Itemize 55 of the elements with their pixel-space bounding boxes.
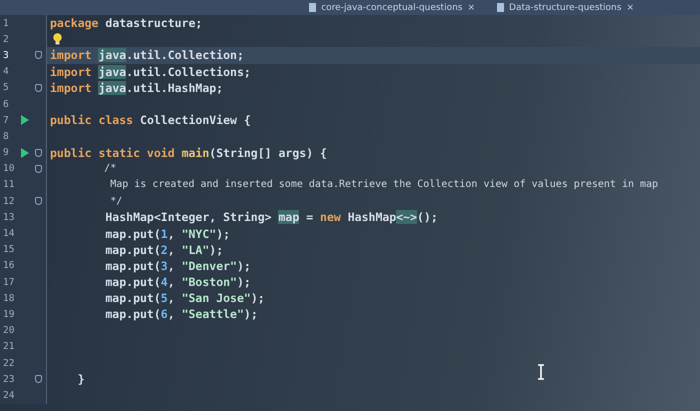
fold-icon[interactable] bbox=[35, 84, 42, 92]
line-number: 20 bbox=[2, 325, 16, 336]
code-comment: */ bbox=[109, 196, 122, 207]
code-line: map.put(3, "Denver"); bbox=[104, 258, 251, 273]
fold-icon[interactable] bbox=[35, 375, 42, 384]
line-number: 18 bbox=[2, 292, 16, 304]
code-line: map.put(4, "Boston"); bbox=[104, 275, 251, 290]
code-line: map.put(5, "San Jose"); bbox=[104, 291, 265, 306]
line-number: 17 bbox=[2, 276, 16, 288]
code-line: map.put(2, "LA"); bbox=[104, 242, 224, 257]
code-line: map.put(6, "Seattle"); bbox=[104, 307, 258, 322]
code-line: public class CollectionView { bbox=[49, 113, 251, 128]
fold-icon[interactable] bbox=[35, 197, 42, 206]
line-number: 14 bbox=[2, 228, 16, 240]
code-comment: /* bbox=[103, 163, 116, 174]
file-icon bbox=[309, 3, 316, 12]
code-line: import java.util.Collection; bbox=[49, 48, 244, 62]
line-number: 4 bbox=[2, 66, 10, 78]
line-number: 23 bbox=[2, 374, 16, 385]
line-number: 1 bbox=[2, 18, 10, 29]
run-icon[interactable] bbox=[21, 148, 29, 158]
code-line: map.put(1, "NYC"); bbox=[104, 226, 230, 241]
line-number: 5 bbox=[2, 82, 10, 94]
fold-icon[interactable] bbox=[35, 164, 42, 173]
run-icon[interactable] bbox=[21, 115, 29, 126]
line-number: 9 bbox=[2, 147, 10, 158]
fold-icon[interactable] bbox=[35, 51, 42, 60]
code-line: import java.util.Collections; bbox=[49, 64, 251, 79]
line-number: 12 bbox=[2, 196, 16, 207]
lightbulb-icon[interactable] bbox=[53, 33, 62, 46]
line-number: 15 bbox=[2, 244, 16, 256]
line-number: 22 bbox=[2, 358, 16, 369]
line-number: 21 bbox=[2, 341, 16, 352]
code-line: HashMap<Integer, String> map = new HashMap<~>(); bbox=[104, 210, 438, 224]
line-number: 11 bbox=[2, 179, 16, 190]
line-number: 13 bbox=[2, 212, 16, 223]
editor-tab[interactable]: Data-structure-questions × bbox=[491, 0, 640, 15]
file-icon bbox=[497, 3, 504, 12]
code-line: } bbox=[76, 372, 85, 386]
line-number: 2 bbox=[2, 34, 10, 45]
fold-icon[interactable] bbox=[35, 148, 42, 156]
code-comment: Map is created and inserted some data.Retrieve the Collection view of values present in map bbox=[109, 179, 658, 190]
line-number: 3 bbox=[2, 50, 10, 61]
line-number: 10 bbox=[2, 163, 16, 174]
line-number: 19 bbox=[2, 308, 16, 320]
code-line: import java.util.HashMap; bbox=[49, 80, 224, 95]
code-line: public static void main(String[] args) { bbox=[49, 146, 327, 160]
text-cursor-icon bbox=[537, 364, 545, 380]
editor-tab[interactable]: core-java-conceptual-questions × bbox=[303, 0, 482, 15]
line-number: 7 bbox=[2, 114, 10, 126]
line-number: 6 bbox=[2, 98, 10, 110]
code-line: package datastructure; bbox=[49, 16, 202, 30]
line-number: 24 bbox=[2, 390, 16, 401]
line-number: 16 bbox=[2, 260, 16, 272]
line-number: 8 bbox=[2, 130, 10, 142]
